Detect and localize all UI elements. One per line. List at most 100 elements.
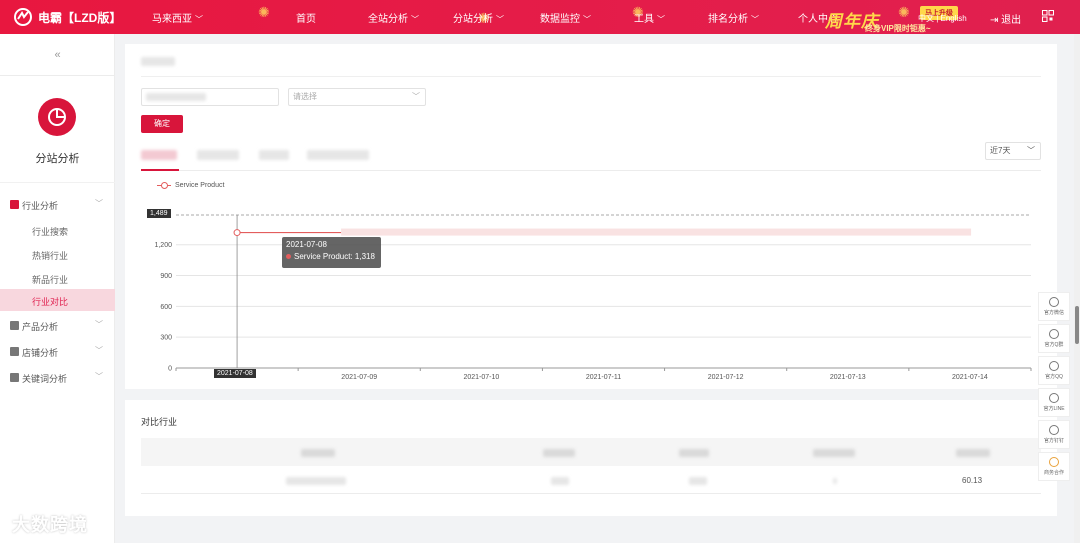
sidebar-subitem-industry-compare[interactable]: 行业对比 bbox=[0, 289, 115, 311]
nav-home[interactable]: 首页 bbox=[296, 10, 316, 25]
brand-logo[interactable]: 电霸【LZD版】 bbox=[12, 8, 121, 26]
pie-chart-icon bbox=[38, 98, 76, 136]
sidebar-subitem-label: 行业搜索 bbox=[32, 227, 69, 237]
column-header bbox=[301, 448, 335, 457]
sidebar-subitem-hot-industry[interactable]: 热销行业 bbox=[0, 243, 115, 265]
qq-icon bbox=[1049, 361, 1059, 371]
series-dot-icon bbox=[286, 254, 291, 259]
qq-button[interactable]: 官方QQ bbox=[1038, 356, 1070, 385]
tool-label: 官方Q群 bbox=[1044, 342, 1064, 348]
nav-label: 数据监控 bbox=[540, 14, 580, 25]
page-scrollbar[interactable] bbox=[1074, 34, 1080, 543]
table-cell bbox=[286, 476, 346, 485]
sidebar-item-shop-analysis[interactable]: 店铺分析 ﹀ bbox=[0, 341, 115, 363]
chevron-down-icon: ﹀ bbox=[95, 199, 103, 208]
product-icon bbox=[10, 321, 19, 330]
diamond-icon bbox=[1049, 457, 1059, 467]
tooltip-value: Service Product: 1,318 bbox=[294, 252, 375, 261]
tool-label: 官方微信 bbox=[1043, 310, 1064, 316]
nav-substation-analysis[interactable]: 分站分析 ﹀ bbox=[453, 10, 504, 25]
nav-region-selector[interactable]: 马来西亚 ﹀ bbox=[152, 10, 203, 25]
sidebar: « 分站分析 行业分析 ﹀ 行业搜索 热销行业 新品行业 行业对比 产品分析 ﹀… bbox=[0, 34, 115, 543]
sidebar-item-label: 店铺分析 bbox=[22, 348, 59, 358]
series-trail-highlight bbox=[341, 228, 972, 236]
nav-label: 全站分析 bbox=[368, 14, 408, 25]
tool-label: 官方LINE bbox=[1043, 406, 1065, 412]
x-tick-label: 2021-07-14 bbox=[952, 374, 988, 381]
dingtalk-icon bbox=[1049, 425, 1059, 435]
promo-subtitle: 终身VIP限时钜惠~ bbox=[865, 24, 931, 33]
firework-decoration-icon: ✺ bbox=[258, 4, 270, 20]
brand-name: 电霸【LZD版】 bbox=[38, 10, 122, 25]
nav-label: 工具 bbox=[634, 14, 654, 25]
logout-button[interactable]: ⇥ 退出 bbox=[990, 11, 1021, 26]
sidebar-item-keyword-analysis[interactable]: 关键词分析 ﹀ bbox=[0, 367, 115, 389]
sidebar-item-industry-analysis[interactable]: 行业分析 ﹀ bbox=[0, 194, 115, 216]
y-tick-label: 1,200 bbox=[154, 242, 172, 249]
wechat-icon bbox=[1049, 297, 1059, 307]
divider bbox=[0, 182, 115, 183]
logout-label: 退出 bbox=[1001, 15, 1022, 26]
table-cell bbox=[689, 476, 707, 485]
y-tick-label: 900 bbox=[160, 273, 172, 280]
logout-icon: ⇥ bbox=[990, 15, 999, 26]
sidebar-subitem-label: 行业对比 bbox=[32, 297, 69, 307]
collapse-sidebar-button[interactable]: « bbox=[0, 34, 115, 76]
y-tick-label: 0 bbox=[168, 366, 172, 373]
sidebar-item-label: 关键词分析 bbox=[22, 374, 68, 384]
table-cell bbox=[833, 476, 837, 485]
qq-group-button[interactable]: 官方Q群 bbox=[1038, 324, 1070, 353]
column-header bbox=[956, 448, 990, 457]
tool-label: 官方QQ bbox=[1045, 374, 1063, 380]
nav-ranking[interactable]: 排名分析 ﹀ bbox=[708, 10, 759, 25]
nav-site-analysis[interactable]: 全站分析 ﹀ bbox=[368, 10, 419, 25]
chevron-down-icon: ﹀ bbox=[411, 15, 419, 24]
line-button[interactable]: 官方LINE bbox=[1038, 388, 1070, 417]
dingtalk-button[interactable]: 官方钉钉 bbox=[1038, 420, 1070, 449]
double-chevron-left-icon: « bbox=[54, 49, 61, 61]
sidebar-item-label: 行业分析 bbox=[22, 201, 59, 211]
chevron-down-icon: ﹀ bbox=[583, 15, 591, 24]
chevron-down-icon: ﹀ bbox=[95, 372, 103, 381]
sidebar-subitem-new-industry[interactable]: 新品行业 bbox=[0, 267, 115, 289]
tool-label: 官方钉钉 bbox=[1043, 438, 1064, 444]
trend-line-chart[interactable]: 0 300 600 900 1,200 2021-07-09 2021-07-10 2021-… bbox=[125, 44, 1057, 389]
nav-label: 排名分析 bbox=[708, 14, 748, 25]
chevron-down-icon: ﹀ bbox=[496, 15, 504, 24]
sidebar-item-label: 产品分析 bbox=[22, 322, 59, 332]
qq-group-icon bbox=[1049, 329, 1059, 339]
shop-icon bbox=[10, 347, 19, 356]
tool-label: 商务合作 bbox=[1043, 470, 1064, 476]
column-header bbox=[679, 448, 709, 457]
sidebar-subitem-label: 新品行业 bbox=[32, 275, 69, 285]
chevron-down-icon: ﹀ bbox=[95, 320, 103, 329]
scrollbar-thumb[interactable] bbox=[1075, 306, 1079, 344]
chevron-down-icon: ﹀ bbox=[195, 15, 203, 24]
x-tick-label: 2021-07-13 bbox=[830, 374, 866, 381]
line-icon bbox=[1049, 393, 1059, 403]
x-axis-pointer-flag: 2021-07-08 bbox=[214, 369, 256, 378]
nav-label: 首页 bbox=[296, 14, 316, 25]
language-switch[interactable]: 中文 | English bbox=[918, 13, 967, 24]
watermark: 大数跨境 bbox=[12, 515, 88, 535]
compare-industry-card: 对比行业 60.13 bbox=[125, 400, 1057, 516]
chevron-down-icon: ﹀ bbox=[657, 15, 665, 24]
x-tick-label: 2021-07-09 bbox=[341, 374, 377, 381]
nav-label: 分站分析 bbox=[453, 14, 493, 25]
qr-code-icon[interactable] bbox=[1042, 10, 1054, 25]
column-header bbox=[543, 448, 575, 457]
brand-mark-icon bbox=[14, 8, 32, 26]
y-axis-max-flag: 1,489 bbox=[147, 209, 171, 218]
table-row[interactable]: 60.13 bbox=[141, 466, 1041, 494]
tooltip-date: 2021-07-08 bbox=[286, 240, 327, 249]
sidebar-subitem-industry-search[interactable]: 行业搜索 bbox=[0, 219, 115, 241]
chart-tooltip: 2021-07-08 Service Product: 1,318 bbox=[282, 237, 381, 268]
business-button[interactable]: 商务合作 bbox=[1038, 452, 1070, 481]
sidebar-item-product-analysis[interactable]: 产品分析 ﹀ bbox=[0, 315, 115, 337]
nav-tools[interactable]: 工具 ﹀ bbox=[634, 10, 665, 25]
table-header bbox=[141, 438, 1041, 466]
chevron-down-icon: ﹀ bbox=[751, 15, 759, 24]
wechat-button[interactable]: 官方微信 bbox=[1038, 292, 1070, 321]
nav-data-monitor[interactable]: 数据监控 ﹀ bbox=[540, 10, 591, 25]
y-tick-label: 300 bbox=[160, 335, 172, 342]
